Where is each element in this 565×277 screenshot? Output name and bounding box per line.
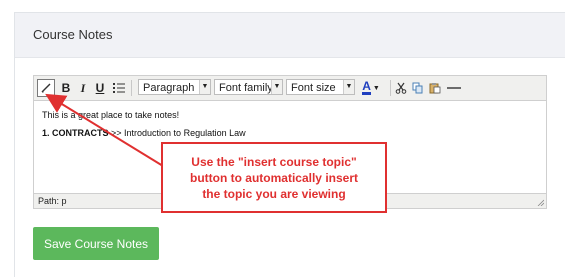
annotation-arrow [45,93,164,167]
annotation-line-2: button to automatically insert [189,170,358,185]
annotation-callout: Use the "insert course topic" button to … [161,142,387,213]
annotation-line-3: the topic you are viewing [202,186,346,201]
annotation-line-1: Use the "insert course topic" [191,154,357,169]
